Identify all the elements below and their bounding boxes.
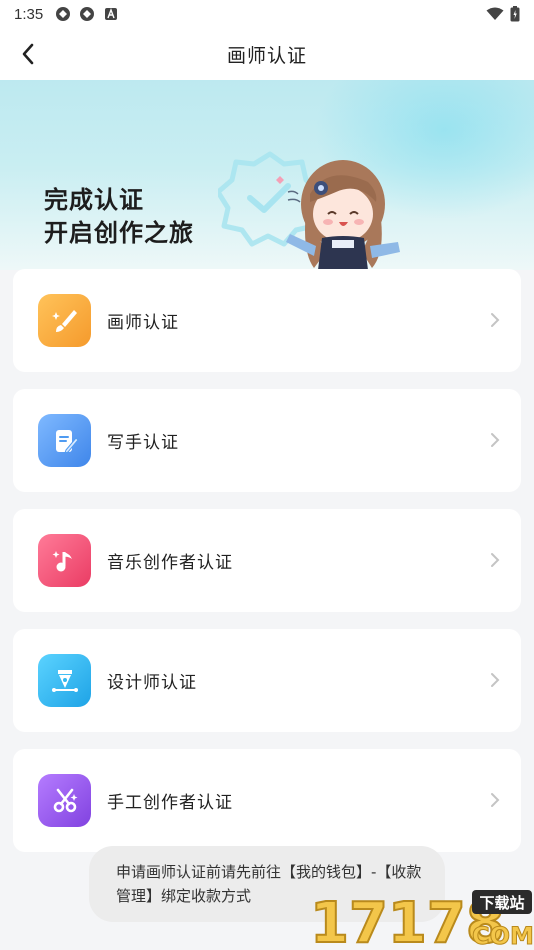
app-notification-icon: [80, 7, 95, 21]
card-label: 写手认证: [107, 433, 179, 453]
watermark-tag: 下载站: [479, 894, 524, 912]
card-writer-certification[interactable]: 写手认证: [13, 389, 521, 492]
page-title: 画师认证: [226, 44, 307, 67]
banner-subheadline: 开启创作之旅: [44, 219, 194, 247]
nav-bar: 画师认证: [0, 28, 534, 80]
site-watermark-logo: 17178 下载站 COM: [309, 890, 534, 950]
paintbrush-icon: [38, 294, 91, 347]
card-painter-certification[interactable]: 画师认证: [13, 269, 521, 372]
status-bar: 1:35: [0, 0, 534, 28]
chevron-right-icon: [491, 313, 500, 327]
banner-headline: 完成认证: [44, 186, 144, 214]
card-label: 画师认证: [107, 313, 179, 333]
chevron-right-icon: [491, 793, 500, 807]
card-label: 设计师认证: [107, 673, 197, 693]
status-time: 1:35: [14, 5, 44, 23]
card-music-creator-certification[interactable]: 音乐创作者认证: [13, 509, 521, 612]
battery-icon: [510, 6, 520, 22]
chevron-right-icon: [491, 673, 500, 687]
notepad-pen-icon: [38, 414, 91, 467]
back-arrow-icon: [22, 43, 34, 65]
accessibility-icon: [105, 8, 118, 20]
pen-nib-icon: [38, 654, 91, 707]
watermark-suffix: COM: [472, 922, 534, 950]
mascot-illustration: [218, 151, 400, 270]
card-label: 音乐创作者认证: [107, 553, 233, 573]
back-button[interactable]: [14, 40, 42, 68]
scissors-icon: [38, 774, 91, 827]
wifi-icon: [486, 7, 504, 20]
hero-banner: 完成认证 开启创作之旅: [0, 80, 534, 270]
chevron-right-icon: [491, 433, 500, 447]
chevron-right-icon: [491, 553, 500, 567]
card-label: 手工创作者认证: [107, 793, 233, 813]
music-note-icon: [38, 534, 91, 587]
card-designer-certification[interactable]: 设计师认证: [13, 629, 521, 732]
card-handcraft-creator-certification[interactable]: 手工创作者认证: [13, 749, 521, 852]
app-notification-icon: [56, 7, 71, 21]
